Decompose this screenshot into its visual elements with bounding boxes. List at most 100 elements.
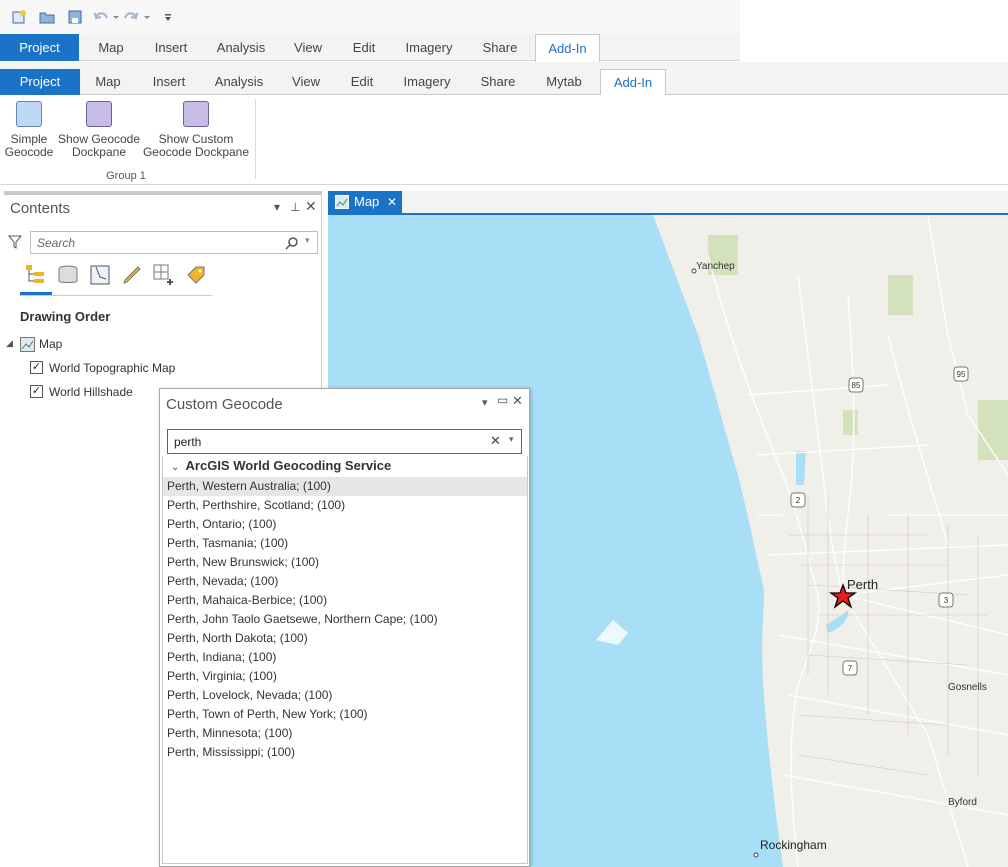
dockpane-icon xyxy=(183,101,209,127)
ribbon-tabs-top: Project Map Insert Analysis View Edit Im… xyxy=(0,34,740,62)
map-icon xyxy=(20,337,35,352)
show-custom-geocode-dockpane-button[interactable]: Show Custom Geocode Dockpane xyxy=(142,101,250,159)
place-label: Yanchep xyxy=(696,261,735,272)
list-by-selection-icon[interactable] xyxy=(88,263,112,287)
tab-edit-top[interactable]: Edit xyxy=(338,34,390,61)
drawing-order-heading: Drawing Order xyxy=(20,309,111,324)
tab-project-top[interactable]: Project xyxy=(0,34,79,61)
place-label: Byford xyxy=(948,797,977,808)
ribbon-body: Simple Geocode Show Geocode Dockpane Sho… xyxy=(0,95,1008,185)
close-tab-icon[interactable]: ✕ xyxy=(387,191,397,213)
layer-visibility-checkbox[interactable]: ✓ xyxy=(30,385,43,398)
result-item[interactable]: Perth, Virginia; (100) xyxy=(163,667,527,686)
pane-menu-icon[interactable]: ▾ xyxy=(274,200,280,214)
results-group-header[interactable]: ⌄ ArcGIS World Geocoding Service xyxy=(171,458,391,473)
open-project-icon[interactable] xyxy=(39,9,55,25)
maximize-icon[interactable]: ▭ xyxy=(497,393,508,407)
redo-icon[interactable] xyxy=(124,9,150,25)
result-item[interactable]: Perth, North Dakota; (100) xyxy=(163,629,527,648)
chevron-down-icon[interactable]: ▾ xyxy=(305,235,310,246)
place-label: Rockingham xyxy=(760,838,827,852)
tab-share[interactable]: Share xyxy=(470,69,526,95)
result-item[interactable]: Perth, Nevada; (100) xyxy=(163,572,527,591)
result-item[interactable]: Perth, Perthshire, Scotland; (100) xyxy=(163,496,527,515)
tab-view-top[interactable]: View xyxy=(282,34,334,61)
chevron-down-icon[interactable]: ▾ xyxy=(509,434,514,445)
clear-icon[interactable]: ✕ xyxy=(490,433,501,449)
dockpane-icon xyxy=(86,101,112,127)
pin-icon[interactable]: ⊥ xyxy=(290,200,300,214)
map-view-tabbar: Map ✕ xyxy=(328,191,1008,215)
ribbon-group-label: Group 1 xyxy=(106,170,146,182)
pane-menu-icon[interactable]: ▾ xyxy=(482,396,488,409)
result-item[interactable]: Perth, Mahaica-Berbice; (100) xyxy=(163,591,527,610)
pane-header-bar xyxy=(4,191,322,195)
tab-project[interactable]: Project xyxy=(0,69,80,95)
route-shield: 3 xyxy=(938,592,954,608)
collapse-icon[interactable]: ◢ xyxy=(6,338,13,349)
toolbar-divider xyxy=(20,295,212,296)
undo-icon[interactable] xyxy=(93,9,119,25)
result-item[interactable]: Perth, New Brunswick; (100) xyxy=(163,553,527,572)
tab-imagery[interactable]: Imagery xyxy=(394,69,460,95)
route-number: 2 xyxy=(796,496,801,505)
list-by-labeling-icon[interactable] xyxy=(184,263,208,287)
tab-view[interactable]: View xyxy=(282,69,330,95)
save-project-icon[interactable] xyxy=(67,9,83,25)
ribbon-separator xyxy=(255,99,256,179)
tab-analysis-top[interactable]: Analysis xyxy=(206,34,276,61)
list-by-source-icon[interactable] xyxy=(56,263,80,287)
geocode-results-list: ⌄ ArcGIS World Geocoding Service Perth, … xyxy=(162,456,528,864)
collapse-icon[interactable]: ⌄ xyxy=(171,462,179,473)
ribbon-gap xyxy=(0,62,1008,69)
route-shield: 2 xyxy=(790,492,806,508)
new-project-icon[interactable] xyxy=(11,9,27,25)
result-item[interactable]: Perth, Tasmania; (100) xyxy=(163,534,527,553)
tab-insert-top[interactable]: Insert xyxy=(142,34,200,61)
search-icon[interactable] xyxy=(285,236,299,250)
tab-insert[interactable]: Insert xyxy=(142,69,196,95)
list-by-drawing-order-icon[interactable] xyxy=(24,263,48,287)
contents-search-input[interactable]: Search ▾ xyxy=(30,231,318,254)
list-by-snapping-icon[interactable] xyxy=(152,263,176,287)
geocode-search-input[interactable]: perth ✕ ▾ xyxy=(167,429,522,454)
tab-add-in-top[interactable]: Add-In xyxy=(535,34,600,62)
route-number: 95 xyxy=(957,370,966,379)
result-item[interactable]: Perth, Lovelock, Nevada; (100) xyxy=(163,686,527,705)
tab-map[interactable]: Map xyxy=(84,69,132,95)
filter-icon[interactable] xyxy=(8,235,22,249)
layer-visibility-checkbox[interactable]: ✓ xyxy=(30,361,43,374)
geocode-icon xyxy=(16,101,42,127)
tab-map-view[interactable]: Map ✕ xyxy=(328,191,402,213)
route-shield: 7 xyxy=(842,660,858,676)
tab-imagery-top[interactable]: Imagery xyxy=(394,34,464,61)
result-item[interactable]: Perth, Mississippi; (100) xyxy=(163,743,527,762)
result-item[interactable]: Perth, Western Australia; (100) xyxy=(163,477,527,496)
route-shield: 95 xyxy=(953,366,969,382)
search-query: perth xyxy=(174,435,202,449)
close-icon[interactable]: ✕ xyxy=(512,393,523,409)
tab-mytab[interactable]: Mytab xyxy=(536,69,592,95)
result-item[interactable]: Perth, Ontario; (100) xyxy=(163,515,527,534)
tab-add-in[interactable]: Add-In xyxy=(600,69,666,96)
place-label: Gosnells xyxy=(948,682,987,693)
tab-share-top[interactable]: Share xyxy=(470,34,530,61)
tab-edit[interactable]: Edit xyxy=(338,69,386,95)
button-label: Dockpane xyxy=(71,145,127,159)
place-label: Perth xyxy=(847,577,879,592)
layer-label: World Topographic Map xyxy=(49,361,176,375)
result-item[interactable]: Perth, Indiana; (100) xyxy=(163,648,527,667)
route-number: 85 xyxy=(852,381,861,390)
result-item[interactable]: Perth, Town of Perth, New York; (100) xyxy=(163,705,527,724)
tab-map-top[interactable]: Map xyxy=(84,34,138,61)
tab-analysis[interactable]: Analysis xyxy=(206,69,272,95)
simple-geocode-button[interactable]: Simple Geocode xyxy=(3,101,55,159)
list-by-editing-icon[interactable] xyxy=(120,263,144,287)
result-item[interactable]: Perth, John Taolo Gaetsewe, Northern Cap… xyxy=(163,610,527,629)
show-geocode-dockpane-button[interactable]: Show Geocode Dockpane xyxy=(56,101,142,159)
result-item[interactable]: Perth, Minnesota; (100) xyxy=(163,724,527,743)
close-icon[interactable]: ✕ xyxy=(305,198,317,215)
customize-qat-icon[interactable] xyxy=(163,9,173,25)
route-number: 7 xyxy=(848,664,853,673)
contents-title: Contents xyxy=(10,200,71,217)
